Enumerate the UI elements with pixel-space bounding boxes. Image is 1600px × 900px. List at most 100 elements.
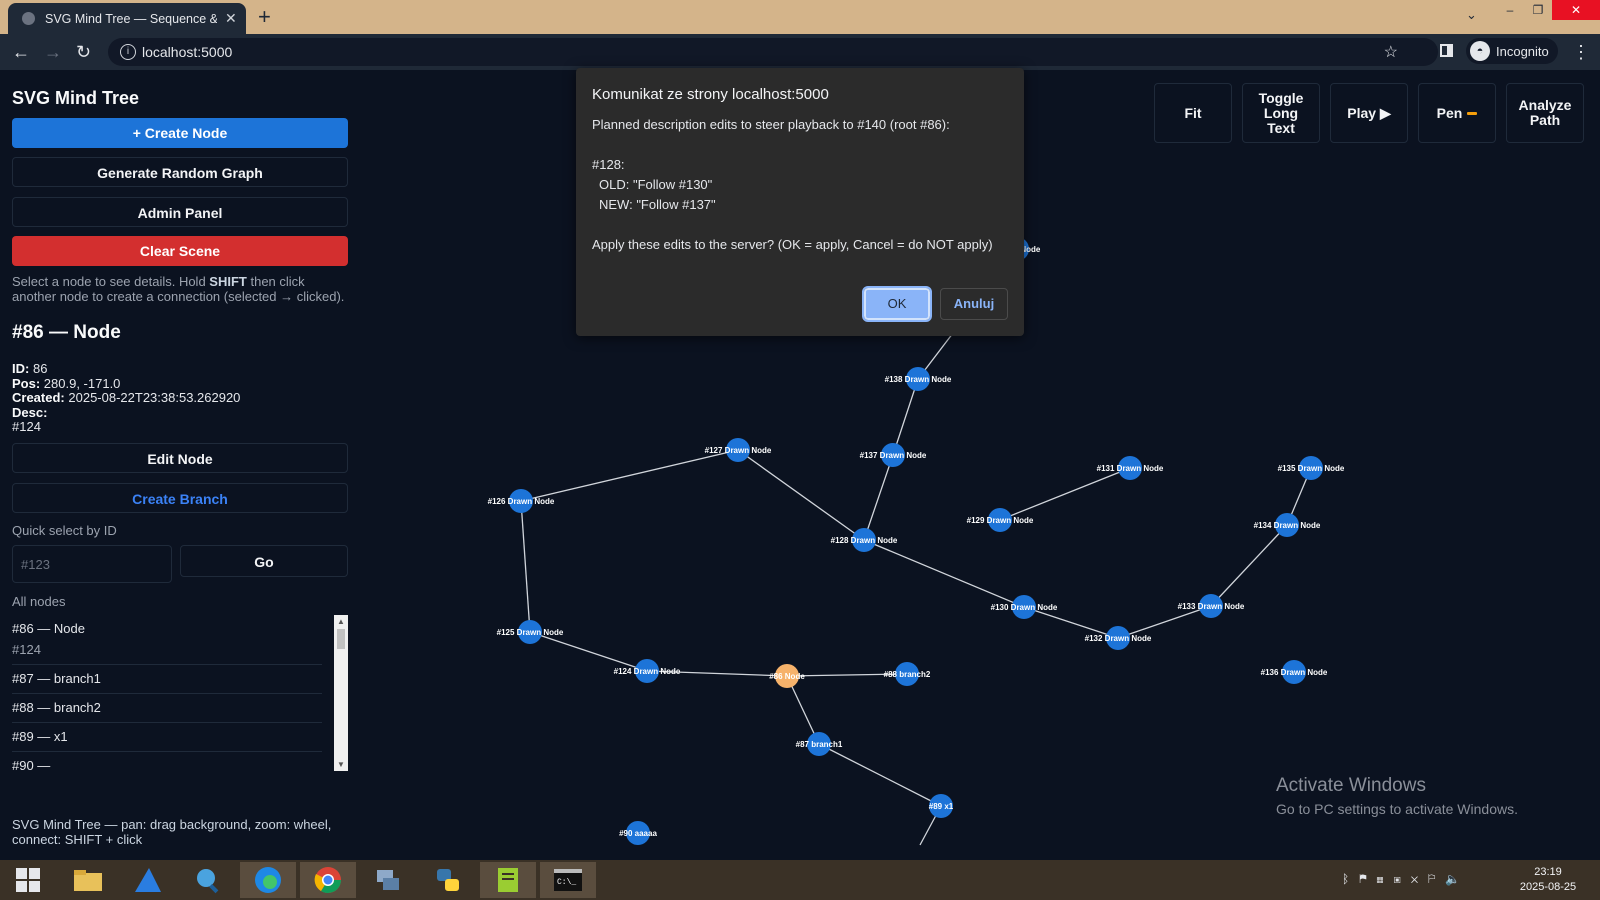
svg-text:C:\_: C:\_ [557,878,576,887]
taskbar-python[interactable] [420,862,476,898]
graph-edge [863,539,1025,608]
graph-node[interactable]: #90 aaaaa [619,821,657,845]
side-panel-icon[interactable] [1440,44,1453,57]
keyboard-icon[interactable]: ▦ [1376,872,1393,886]
node-created-value: 2025-08-22T23:38:53.262920 [68,390,241,405]
node-list[interactable]: #86 — Node #124 #87 — branch1 #88 — branch2… [12,615,348,771]
quick-select-input[interactable] [12,545,172,583]
graph-edge [863,454,894,541]
analyze-path-button[interactable]: Analyze Path [1506,83,1584,143]
create-node-button[interactable]: + Create Node [12,118,348,148]
graph-node[interactable]: #127 Drawn Node [705,438,772,462]
site-info-icon[interactable]: i [120,44,136,60]
notification-icon[interactable]: ⚐ [1428,872,1445,886]
taskbar-app-blue[interactable] [120,862,176,898]
scroll-down-icon[interactable]: ▼ [334,760,348,769]
app-title: SVG Mind Tree [12,88,140,108]
new-tab-button[interactable]: + [258,4,271,30]
tab-search-chevron-icon[interactable]: ⌄ [1466,7,1477,23]
taskbar-search-app[interactable] [180,862,236,898]
toggle-long-text-button[interactable]: Toggle Long Text [1242,83,1320,143]
dialog-cancel-button[interactable]: Anuluj [940,288,1008,320]
profile-label: Incognito [1496,43,1549,59]
back-arrow-icon[interactable]: ← [12,42,30,63]
graph-node-label: #126 Drawn Node [488,497,555,506]
windows-logo-icon [16,868,40,892]
taskbar-notepad-plus[interactable] [480,862,536,898]
graph-node[interactable]: #138 Drawn Node [885,367,952,391]
graph-node[interactable]: #86 Node [769,664,805,688]
graph-node[interactable]: #136 Drawn Node [1261,660,1328,684]
graph-node[interactable]: #134 Drawn Node [1254,513,1321,537]
bluetooth-icon[interactable]: ᛒ [1342,872,1359,886]
network-icon[interactable]: ▣ [1394,872,1411,886]
graph-node[interactable]: #89 x1 [929,794,954,818]
graph-node[interactable]: #128 Drawn Node [831,528,898,552]
taskbar-edge[interactable] [240,862,296,898]
forward-arrow-icon[interactable]: → [44,42,62,63]
shark-app-icon [135,868,161,892]
admin-panel-button[interactable]: Admin Panel [12,197,348,227]
node-list-item[interactable]: #89 — x1 [12,723,322,752]
browser-menu-icon[interactable]: ⋮ [1572,42,1590,63]
address-bar[interactable]: i localhost:5000 ☆ [108,38,1438,66]
fit-button[interactable]: Fit [1154,83,1232,143]
edit-node-button[interactable]: Edit Node [12,443,348,473]
play-button[interactable]: Play ▶ [1330,83,1408,143]
create-branch-button[interactable]: Create Branch [12,483,348,513]
taskbar-cmd[interactable]: C:\_ [540,862,596,898]
terminal-icon: C:\_ [554,869,582,891]
node-list-item[interactable]: #90 — [12,752,322,771]
taskbar-file-explorer[interactable] [60,862,116,898]
selection-hint: Select a node to see details. Hold SHIFT… [12,274,345,304]
go-button[interactable]: Go [180,545,348,577]
graph-node-label: #136 Drawn Node [1261,668,1328,677]
graph-node-label: #135 Drawn Node [1278,464,1345,473]
window-close-icon[interactable]: ✕ [1552,0,1600,20]
browser-tab[interactable]: SVG Mind Tree — Sequence & Br ✕ [8,3,246,34]
minimize-icon[interactable]: – [1496,3,1524,17]
node-list-item[interactable]: #87 — branch1 [12,665,322,694]
taskbar-chrome[interactable] [300,862,356,898]
scrollbar-thumb[interactable] [337,629,345,649]
clock-time: 23:19 [1534,866,1562,878]
graph-node-label: #87 branch1 [796,740,843,749]
graph-node[interactable]: #137 Drawn Node [860,443,927,467]
dialog-ok-button[interactable]: OK [862,286,932,322]
graph-node[interactable]: #126 Drawn Node [488,489,555,513]
graph-node[interactable]: #88 branch2 [884,662,931,686]
taskbar-clock[interactable]: 23:19 2025-08-25 [1512,865,1584,895]
pen-button[interactable]: Pen [1418,83,1496,143]
node-list-item[interactable]: #86 — Node #124 [12,615,322,665]
graph-node-label: #134 Drawn Node [1254,521,1321,530]
node-desc-value: #124 [12,419,41,434]
graph-node-label: #131 Drawn Node [1097,464,1164,473]
reload-icon[interactable]: ↻ [76,42,91,63]
graph-node-label: #133 Drawn Node [1178,602,1245,611]
close-tab-icon[interactable]: ✕ [225,10,237,27]
taskbar-network-tool[interactable] [360,862,416,898]
confirm-dialog: Komunikat ze strony localhost:5000 Plann… [576,68,1024,336]
windows-taskbar: C:\_ ᛒ⚑▦▣✕⚐🔈 23:19 2025-08-25 [0,860,1600,900]
graph-node[interactable]: #135 Drawn Node [1278,456,1345,480]
restore-icon[interactable]: ❐ [1524,3,1552,17]
node-list-item[interactable]: #88 — branch2 [12,694,322,723]
graph-node[interactable]: #131 Drawn Node [1097,456,1164,480]
graph-edge [520,449,739,502]
incognito-profile[interactable]: ◓ Incognito [1466,38,1558,64]
all-nodes-label: All nodes [12,594,66,609]
bookmark-star-icon[interactable]: ☆ [1384,42,1398,62]
node-list-item-label: #86 — Node [12,621,85,636]
footer-hint: SVG Mind Tree — pan: drag background, zo… [12,817,332,847]
scroll-up-icon[interactable]: ▲ [334,617,348,626]
node-list-scrollbar[interactable]: ▲ ▼ [334,615,348,771]
clear-scene-button[interactable]: Clear Scene [12,236,348,266]
start-button[interactable] [0,862,56,898]
node-list-item-label: #87 — branch1 [12,671,101,686]
network-off-icon[interactable]: ✕ [1411,872,1428,886]
graph-node[interactable]: #129 Drawn Node [967,508,1034,532]
volume-icon[interactable]: 🔈 [1445,872,1470,886]
generate-random-graph-button[interactable]: Generate Random Graph [12,157,348,187]
usb-icon[interactable]: ⚑ [1359,872,1376,886]
system-tray[interactable]: ᛒ⚑▦▣✕⚐🔈 [1342,872,1470,886]
